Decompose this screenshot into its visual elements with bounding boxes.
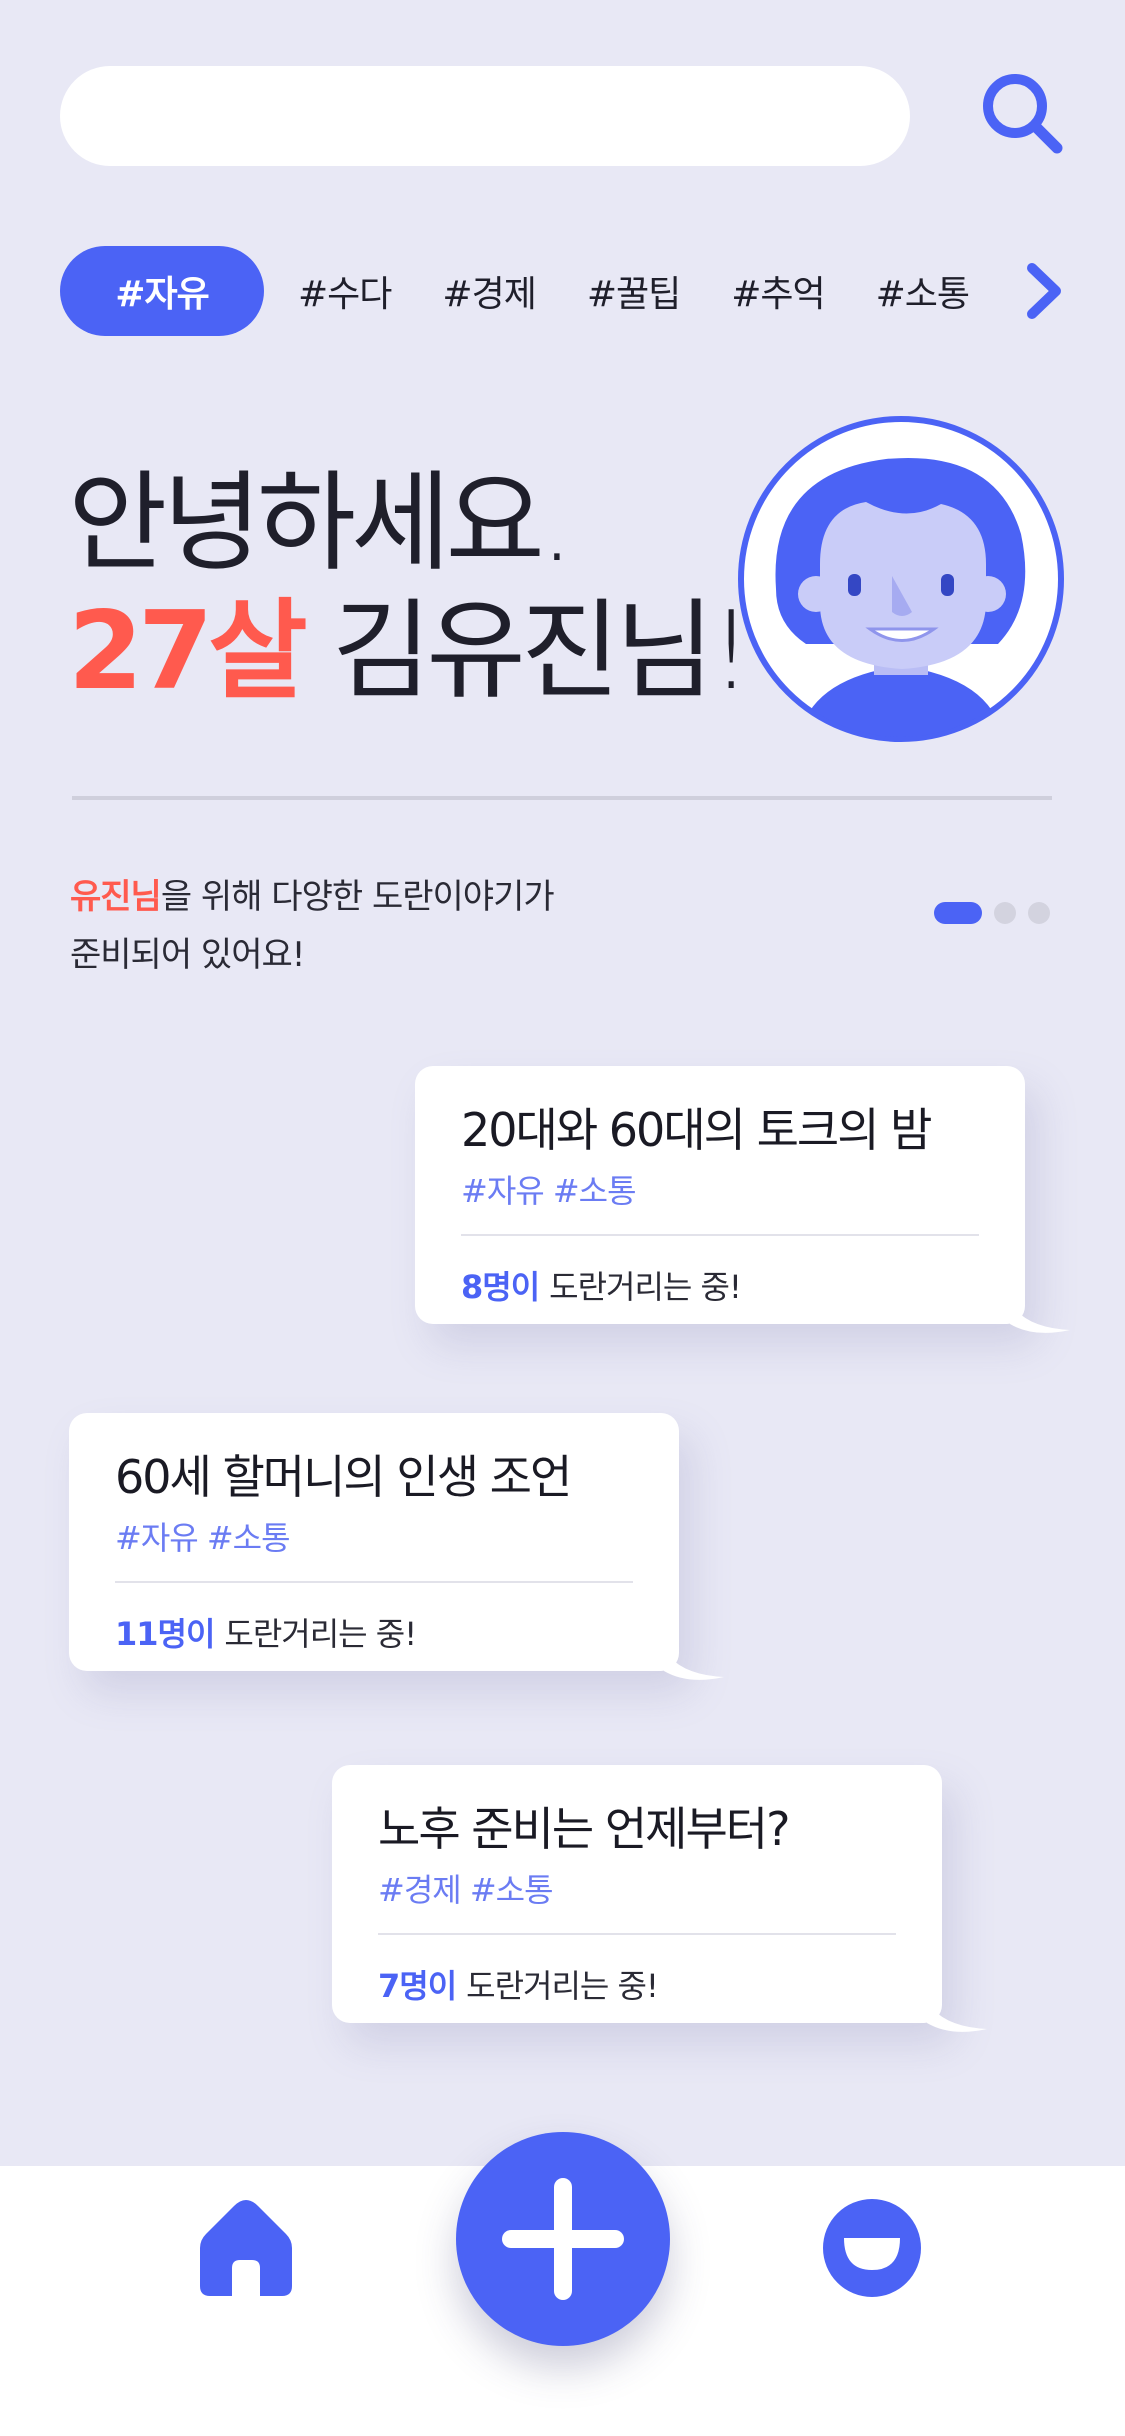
user-name: 김유진님! xyxy=(332,589,753,714)
tag-chueok[interactable]: #추억 xyxy=(731,265,825,317)
tag-kkultip[interactable]: #꿀팁 xyxy=(587,265,681,317)
plus-icon xyxy=(502,2178,624,2300)
home-icon xyxy=(200,2200,292,2296)
search-button[interactable] xyxy=(975,66,1071,162)
talk-card[interactable]: 60세 할머니의 인생 조언 #자유 #소통 11명이 도란거리는 중! xyxy=(69,1413,679,1671)
talk-card-divider xyxy=(115,1581,633,1583)
intro-text: 유진님을 위해 다양한 도란이야기가 준비되어 있어요! xyxy=(70,868,555,984)
chevron-right-icon xyxy=(1027,263,1061,319)
participant-count: 11명이 xyxy=(115,1615,215,1653)
talk-card-tags: #자유 #소통 xyxy=(461,1172,637,1210)
carousel-indicator xyxy=(934,902,1050,924)
talk-card-status: 도란거리는 중! xyxy=(549,1268,742,1306)
intro-line1: 유진님을 위해 다양한 도란이야기가 xyxy=(70,868,555,926)
talk-card-meta: 8명이 도란거리는 중! xyxy=(461,1262,979,1308)
nav-home-button[interactable] xyxy=(200,2196,292,2296)
greeting-heading: 안녕하세요. 27살 김유진님! xyxy=(68,460,753,716)
greeting-line1: 안녕하세요. xyxy=(68,461,574,586)
talk-card-status: 도란거리는 중! xyxy=(466,1967,659,2005)
participant-count: 8명이 xyxy=(461,1268,540,1306)
tag-sotong[interactable]: #소통 xyxy=(876,265,970,317)
talk-card-tags: #자유 #소통 xyxy=(115,1519,291,1557)
tag-jayu[interactable]: #자유 xyxy=(60,246,264,336)
carousel-dot-3[interactable] xyxy=(1028,902,1050,924)
greeting-line2: 27살 김유진님! xyxy=(68,588,753,716)
avatar-illustration xyxy=(738,416,1064,742)
talk-card-divider xyxy=(378,1933,896,1935)
talk-card-title: 노후 준비는 언제부터? xyxy=(378,1802,791,1856)
tags-next-button[interactable] xyxy=(1020,260,1068,322)
talk-card-divider xyxy=(461,1234,979,1236)
talk-card-tags: #경제 #소통 xyxy=(378,1871,554,1909)
talk-card-meta: 7명이 도란거리는 중! xyxy=(378,1961,896,2007)
speech-bubble-tail xyxy=(1010,1310,1070,1333)
talk-card[interactable]: 노후 준비는 언제부터? #경제 #소통 7명이 도란거리는 중! xyxy=(332,1765,942,2023)
intro-line1-rest: 을 위해 다양한 도란이야기가 xyxy=(160,877,555,917)
speech-bubble-tail xyxy=(927,2009,987,2032)
talk-card-meta: 11명이 도란거리는 중! xyxy=(115,1609,633,1655)
avatar[interactable] xyxy=(736,414,1066,744)
section-divider xyxy=(72,796,1052,800)
profile-icon xyxy=(823,2199,921,2297)
talk-card-title: 60세 할머니의 인생 조언 xyxy=(115,1450,572,1504)
search-input[interactable] xyxy=(60,66,910,166)
carousel-dot-1[interactable] xyxy=(934,902,982,924)
add-button[interactable] xyxy=(456,2132,670,2346)
tag-filter-bar: #자유 #수다 #경제 #꿀팁 #추억 #소통 xyxy=(60,246,1020,336)
user-age: 27살 xyxy=(68,589,308,714)
nav-profile-button[interactable] xyxy=(822,2198,922,2298)
intro-line2: 준비되어 있어요! xyxy=(70,935,305,975)
search-icon xyxy=(983,74,1063,154)
intro-user-name: 유진님 xyxy=(70,877,162,917)
talk-card-status: 도란거리는 중! xyxy=(224,1615,417,1653)
talk-card[interactable]: 20대와 60대의 토크의 밤 #자유 #소통 8명이 도란거리는 중! xyxy=(415,1066,1025,1324)
carousel-dot-2[interactable] xyxy=(994,902,1016,924)
tag-gyeongje[interactable]: #경제 xyxy=(442,265,536,317)
tag-suda[interactable]: #수다 xyxy=(298,265,392,317)
talk-card-title: 20대와 60대의 토크의 밤 xyxy=(461,1103,933,1157)
speech-bubble-tail xyxy=(664,1657,724,1680)
participant-count: 7명이 xyxy=(378,1967,457,2005)
